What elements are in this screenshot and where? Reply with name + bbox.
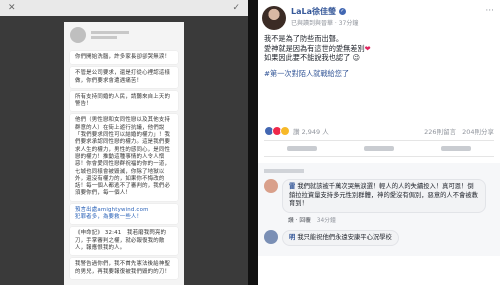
post-meta[interactable]: 已與讀到與晉華 · 37分鐘 [291, 18, 358, 27]
reaction-count[interactable]: 讚 2,949 人 [293, 126, 329, 136]
chat-message: 他們（男性戀和女同性戀以及其他支持群意的人）在街上遊行抗議，他們說「我們要求同性… [70, 114, 178, 201]
panel-divider [248, 0, 258, 285]
contact-placeholder [91, 29, 129, 41]
comment-bubble: 雷 我們就該被千萬次哭無淚選！輕人的人的失續投入！真可恩！倒銷拉拉資量支持多元性… [282, 179, 486, 213]
comment-time: 34分鐘 [316, 217, 336, 224]
haha-reaction-icon [280, 126, 290, 136]
comment-actions: 讚 · 回覆 34分鐘 [288, 217, 336, 224]
more-options-icon[interactable]: ··· [485, 6, 494, 16]
check-icon[interactable]: ✓ [232, 3, 240, 13]
post-line: 愛神就是因為有這世的愛無差別❤ [264, 43, 371, 53]
avatar [70, 27, 86, 43]
author-name[interactable]: LaLa徐佳瑩 ✓ [291, 6, 358, 17]
chat-message: 《申命記》 32:41 我若磨我閃亮的刀，手掌審判之權，就必報復我的敵人，報應恨… [70, 227, 178, 256]
wink-emoji-icon: 😉 [350, 53, 361, 62]
avatar[interactable] [262, 6, 286, 30]
reaction-summary: 讚 2,949 人 226則留言 204則分享 [264, 126, 494, 141]
facebook-post-panel: LaLa徐佳瑩 ✓ 已與讀到與晉華 · 37分鐘 ··· 我不是為了防些而出聲。… [258, 0, 500, 285]
post-line: 如果因此要不能說我也認了 😉 [264, 53, 361, 62]
chat-message: 我警告過你們，我不首先憲法後給神聖的男兒，再我要報復被我們毀的的刀！ [70, 258, 178, 279]
chat-header [64, 22, 184, 48]
close-icon[interactable]: ✕ [8, 3, 16, 13]
comment: 明 我只能祝他們永遠安康平心況學校 [264, 229, 494, 246]
heart-icon: ❤ [364, 43, 371, 53]
comment-bubble: 明 我只能祝他們永遠安康平心況學校 [282, 229, 399, 246]
comment-count[interactable]: 226則留言 [424, 126, 456, 136]
verified-icon: ✓ [338, 8, 346, 15]
chat-sheet: 你們開始洗腦，許多家長卻卻哭無淚！ 不管是公司要求，還是打從心裡認這樣做，你們要… [64, 22, 184, 285]
chat-message: 預言出處amightywind.com 犯罪者多，為要救一些人！ [70, 203, 178, 225]
chat-message: 所有支持同婚的人民，請聽來自上天的警告！ [70, 90, 178, 112]
avatar[interactable] [264, 179, 278, 193]
comment-reply-link[interactable]: 回覆 [299, 218, 311, 224]
left-screenshot-panel: ✕ ✓ 你們開始洗腦，許多家長卻卻哭無淚！ 不管是公司要求，還是打從心裡認這樣做… [0, 0, 248, 285]
share-count[interactable]: 204則分享 [462, 126, 494, 136]
comment-button[interactable] [363, 146, 394, 151]
comments-section: 雷 我們就該被千萬次哭無淚選！輕人的人的失續投入！真可恩！倒銷拉拉資量支持多元性… [258, 163, 500, 256]
comment-author[interactable]: 明 [289, 234, 295, 241]
post-header: LaLa徐佳瑩 ✓ 已與讀到與晉華 · 37分鐘 ··· [258, 0, 500, 30]
phone-top-bar: ✕ ✓ [0, 0, 248, 16]
post-line: 我不是為了防些而出聲。 [264, 34, 344, 43]
hashtag-link[interactable]: #第一次對陌人就戰給您了 [264, 69, 494, 79]
avatar[interactable] [264, 229, 278, 244]
post-action-bar [264, 141, 494, 157]
post-body: 我不是為了防些而出聲。 愛神就是因為有這世的愛無差別❤ 如果因此要不能說我也認了… [258, 30, 500, 78]
comment-like-link[interactable]: 讚 [288, 218, 294, 224]
chat-message: 你們開始洗腦，許多家長卻卻哭無淚！ [70, 51, 178, 65]
comment-text: 我只能祝他們永遠安康平心況學校 [297, 233, 392, 241]
like-button[interactable] [287, 146, 318, 151]
comment-sort-dropdown[interactable] [264, 169, 304, 173]
reaction-icons[interactable] [264, 126, 290, 136]
comment: 雷 我們就該被千萬次哭無淚選！輕人的人的失續投入！真可恩！倒銷拉拉資量支持多元性… [264, 179, 494, 224]
comment-text: 我們就該被千萬次哭無淚選！輕人的人的失續投入！真可恩！倒銷拉拉資量支持多元性別群… [289, 183, 478, 207]
chat-message: 不管是公司要求，還是打從心裡認這樣做，你們要求會遭遇痛苦！ [70, 67, 178, 88]
comment-author[interactable]: 雷 [289, 183, 295, 190]
share-button[interactable] [440, 146, 471, 151]
